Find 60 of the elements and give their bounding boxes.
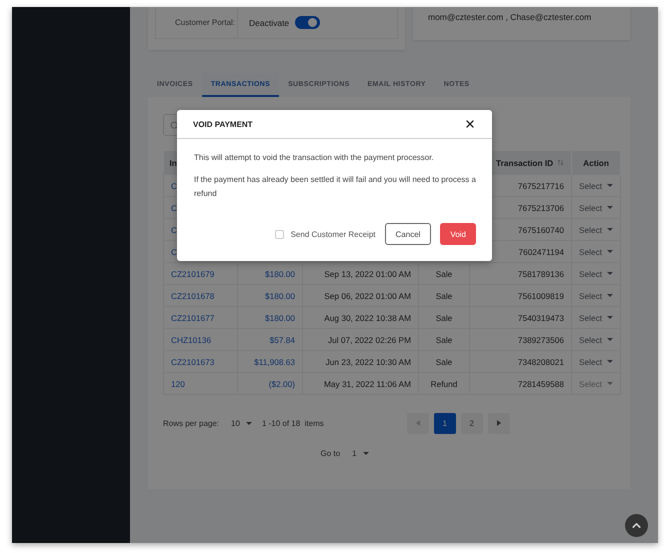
dialog-text: This will attempt to void the transaction with the payment processor. (194, 152, 435, 164)
table-cell: Aug 30, 2022 10:38 AM (324, 312, 411, 322)
left-triangle-icon (416, 420, 420, 426)
range-text: 1 -10 of 18 items (262, 418, 324, 428)
sort-icon (557, 159, 564, 166)
table-cell: Sale (436, 356, 452, 366)
goto-label: Go to (320, 449, 340, 458)
table-cell: 7281459588 (518, 378, 564, 388)
table-cell: 7675213706 (518, 202, 564, 212)
checkbox[interactable] (274, 230, 284, 238)
table-cell: Sep 13, 2022 01:00 AM (324, 268, 411, 278)
table-cell: ($2.00) (268, 378, 295, 388)
table-cell: Sale (436, 268, 452, 278)
goto-select[interactable]: 1 (346, 449, 375, 458)
table-cell: $57.84 (270, 334, 295, 344)
column-header: Action (583, 158, 609, 168)
rows-per-page-label: Rows per page: (163, 418, 220, 428)
rows-per-page-select[interactable]: 10 (225, 418, 258, 428)
void-button[interactable]: Void (440, 223, 476, 245)
toggle-switch[interactable] (295, 16, 320, 29)
checkbox-label: Send Customer Receipt (290, 230, 376, 238)
page-button[interactable]: 1 (434, 412, 456, 434)
table-cell: 7540319473 (518, 312, 564, 322)
table-cell: 7675217716 (518, 180, 564, 190)
search-icon (170, 120, 179, 130)
table-cell: Sale (436, 334, 452, 344)
invoice-link[interactable]: C (171, 202, 177, 212)
table-cell: $180.00 (265, 290, 295, 300)
table-cell: Sep 06, 2022 01:00 AM (324, 290, 411, 300)
invoice-link[interactable]: C (171, 224, 177, 234)
table-cell: 7581789136 (518, 268, 564, 278)
close-icon[interactable] (464, 118, 476, 130)
scroll-top-button[interactable] (625, 514, 648, 537)
dialog-title: VOID PAYMENT (193, 120, 253, 128)
receipt-checkbox[interactable]: Send Customer Receipt (274, 230, 376, 238)
table-cell: 7602471194 (518, 246, 564, 256)
table-cell: Sale (436, 290, 452, 300)
dialog-text: If the payment has already been settled it will fail and you will need to process a refund (194, 174, 476, 200)
invoice-link[interactable]: C (171, 246, 177, 256)
table-cell: Jul 07, 2022 02:26 PM (328, 334, 411, 344)
field-label: Customer Portal: (156, 7, 238, 38)
email-list: mom@cztester.com , Chase@cztester.com (428, 12, 592, 22)
table-cell: Jun 23, 2022 10:30 AM (326, 356, 411, 366)
toggle-label: Deactivate (249, 18, 290, 28)
column-header: In (170, 158, 177, 168)
table-cell: $11,908.63 (254, 356, 295, 366)
page-button[interactable]: 2 (460, 412, 483, 434)
next-page-button[interactable] (488, 412, 510, 434)
cancel-button[interactable]: Cancel (384, 223, 432, 245)
table-cell: May 31, 2022 11:06 AM (324, 378, 411, 388)
table-cell: 7389273506 (518, 334, 564, 344)
table-cell: 7675160740 (518, 224, 564, 234)
table-cell: Refund (430, 378, 458, 388)
table-cell: 7348208021 (518, 356, 564, 366)
table-cell: $180.00 (265, 268, 295, 278)
table-cell: $180.00 (265, 312, 295, 322)
invoice-link[interactable]: C (171, 180, 177, 190)
right-triangle-icon (496, 420, 501, 426)
table-cell: 7561009819 (518, 290, 564, 300)
table-cell: Sale (436, 312, 452, 322)
